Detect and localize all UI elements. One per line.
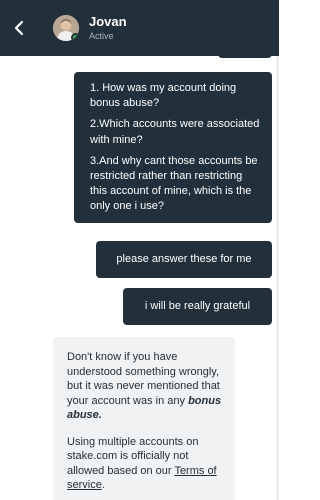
outgoing-message-please-answer: please answer these for me: [96, 241, 272, 278]
chat-header: Jovan Active: [0, 0, 279, 56]
back-button[interactable]: [0, 0, 38, 56]
contact-status: Active: [89, 30, 114, 41]
question-2: 2.Which accounts were associated with mi…: [90, 118, 260, 146]
avatar[interactable]: [53, 15, 79, 41]
question-1: 1. How was my account doing bonus abuse?: [90, 82, 237, 110]
reply-period: .: [101, 479, 105, 492]
message-list[interactable]: 1. How was my account doing bonus abuse?…: [0, 56, 279, 500]
online-status-dot: [71, 33, 79, 41]
reply-paragraph-2: Using multiple accounts on stake.com is …: [67, 435, 223, 493]
outgoing-message-grateful: i will be really grateful: [123, 288, 272, 325]
contact-name: Jovan: [89, 13, 127, 29]
outgoing-message-questions: 1. How was my account doing bonus abuse?…: [74, 72, 272, 224]
chevron-left-icon: [14, 20, 24, 36]
scrollbar[interactable]: [276, 56, 279, 500]
incoming-message-reply: Don't know if you have understood someth…: [53, 337, 235, 500]
previous-outgoing-message: [218, 56, 272, 58]
message-text: please answer these for me: [116, 252, 252, 265]
question-3: 3.And why cant those accounts be restric…: [90, 154, 258, 213]
reply-paragraph-1: Don't know if you have understood someth…: [67, 350, 223, 423]
message-text: i will be really grateful: [144, 299, 251, 312]
